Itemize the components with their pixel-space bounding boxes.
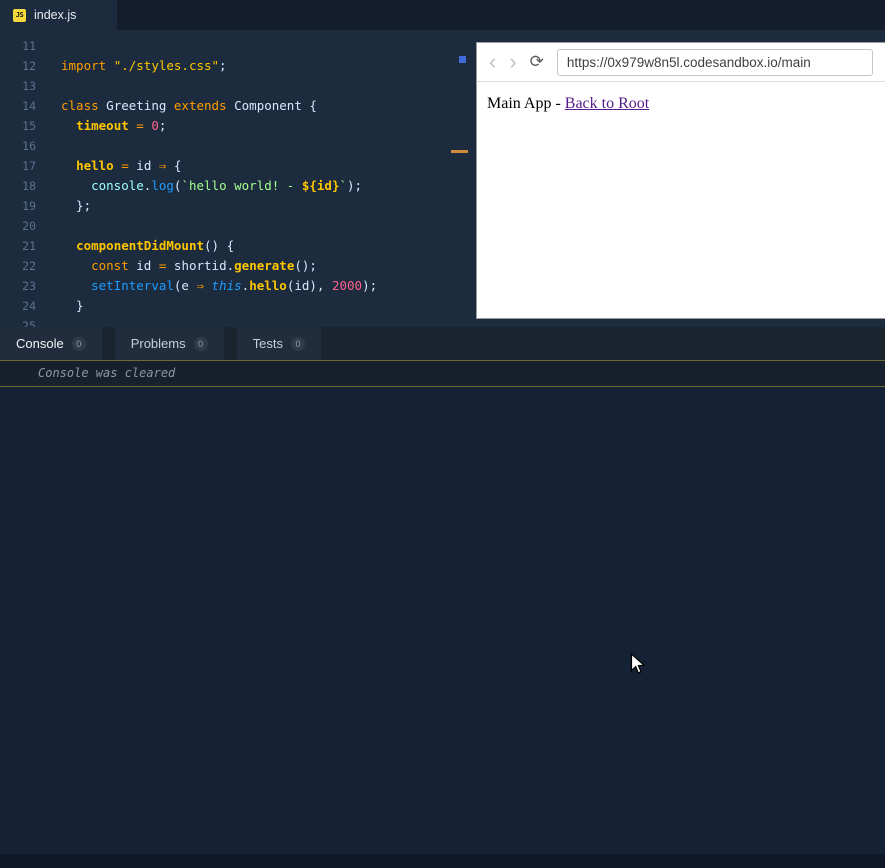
- codesandbox-window: JS index.js 11 12 import "./styles.css"; 13…: [0, 0, 885, 868]
- line-number: 23: [22, 279, 36, 293]
- console-cleared-message: Console was cleared: [38, 366, 176, 380]
- devtools-tab-label: Problems: [130, 336, 186, 351]
- code-text: setInterval(e ⇒ this.hello(id), 2000);: [91, 278, 378, 293]
- code-line[interactable]: 23 setInterval(e ⇒ this.hello(id), 2000)…: [0, 276, 476, 296]
- code-line[interactable]: 22 const id = shortid.generate();: [0, 256, 476, 276]
- back-icon[interactable]: ‹: [489, 51, 496, 73]
- code-line[interactable]: 19 };: [0, 196, 476, 216]
- devtools-tab-problems[interactable]: Problems 0: [114, 327, 224, 360]
- code-line[interactable]: 20: [0, 216, 476, 236]
- tab-label: index.js: [34, 8, 77, 22]
- code-line[interactable]: 11: [0, 36, 476, 56]
- scrollbar-marker-blue-icon: [459, 56, 466, 63]
- browser-preview-pane: ‹ › ⟳ Main App - Back to Root: [476, 42, 885, 319]
- javascript-file-icon: JS: [13, 8, 26, 22]
- code-text: console.log(`hello world! - ${id}`);: [91, 178, 363, 193]
- line-number: 12: [22, 59, 36, 73]
- line-number: 24: [22, 299, 36, 313]
- editor-tab-bar: JS index.js: [0, 0, 885, 30]
- code-text: };: [61, 198, 92, 213]
- code-lines: 11 12 import "./styles.css"; 13 14 class Gree…: [0, 36, 476, 327]
- line-number: 16: [22, 139, 36, 153]
- code-line[interactable]: 21 componentDidMount() {: [0, 236, 476, 256]
- preview-text: Main App -: [487, 95, 565, 112]
- code-text: class Greeting extends Component {: [61, 98, 317, 113]
- line-number: 20: [22, 219, 36, 233]
- line-number: 21: [22, 239, 36, 253]
- code-line[interactable]: 18 console.log(`hello world! - ${id}`);: [0, 176, 476, 196]
- code-editor[interactable]: 11 12 import "./styles.css"; 13 14 class Gree…: [0, 30, 476, 327]
- code-line[interactable]: 25: [0, 316, 476, 327]
- code-line[interactable]: 24 }: [0, 296, 476, 316]
- refresh-icon[interactable]: ⟳: [530, 52, 544, 72]
- line-number: 18: [22, 179, 36, 193]
- line-number: 22: [22, 259, 36, 273]
- code-line[interactable]: 17 hello = id ⇒ {: [0, 156, 476, 176]
- devtools-tab-label: Console: [16, 336, 64, 351]
- code-line[interactable]: 15 timeout = 0;: [0, 116, 476, 136]
- url-input[interactable]: [556, 48, 873, 76]
- console-cleared-row: Console was cleared: [0, 360, 885, 387]
- code-line[interactable]: 16: [0, 136, 476, 156]
- line-number: 13: [22, 79, 36, 93]
- console-output-area[interactable]: [0, 387, 885, 854]
- status-bar: [0, 854, 885, 868]
- preview-toolbar: ‹ › ⟳: [477, 43, 885, 82]
- code-text: import "./styles.css";: [61, 58, 227, 73]
- line-number: 14: [22, 99, 36, 113]
- line-number: 19: [22, 199, 36, 213]
- tab-index-js[interactable]: JS index.js: [0, 0, 117, 30]
- line-number: 25: [22, 319, 36, 327]
- devtools-tab-console[interactable]: Console 0: [0, 327, 102, 360]
- code-text: const id = shortid.generate();: [91, 258, 317, 273]
- line-number: 11: [22, 39, 36, 53]
- scrollbar-marker-orange-icon: [451, 150, 468, 153]
- devtools-tab-count-badge: 0: [290, 336, 305, 351]
- devtools-tab-count-badge: 0: [71, 336, 86, 351]
- code-text: hello = id ⇒ {: [76, 158, 182, 173]
- devtools-tab-tests[interactable]: Tests 0: [236, 327, 321, 360]
- code-text: componentDidMount() {: [76, 238, 235, 253]
- line-number: 15: [22, 119, 36, 133]
- mouse-cursor: [630, 653, 646, 674]
- back-to-root-link[interactable]: Back to Root: [565, 95, 649, 112]
- devtools-tab-bar: Console 0 Problems 0 Tests 0: [0, 327, 885, 360]
- line-number: 17: [22, 159, 36, 173]
- code-line[interactable]: 12 import "./styles.css";: [0, 56, 476, 76]
- code-line[interactable]: 13: [0, 76, 476, 96]
- code-line[interactable]: 14 class Greeting extends Component {: [0, 96, 476, 116]
- code-text: }: [61, 298, 84, 313]
- devtools-tab-count-badge: 0: [193, 336, 208, 351]
- preview-content: Main App - Back to Root: [477, 82, 885, 126]
- devtools-tab-label: Tests: [252, 336, 283, 351]
- forward-icon[interactable]: ›: [509, 51, 516, 73]
- code-text: timeout = 0;: [76, 118, 167, 133]
